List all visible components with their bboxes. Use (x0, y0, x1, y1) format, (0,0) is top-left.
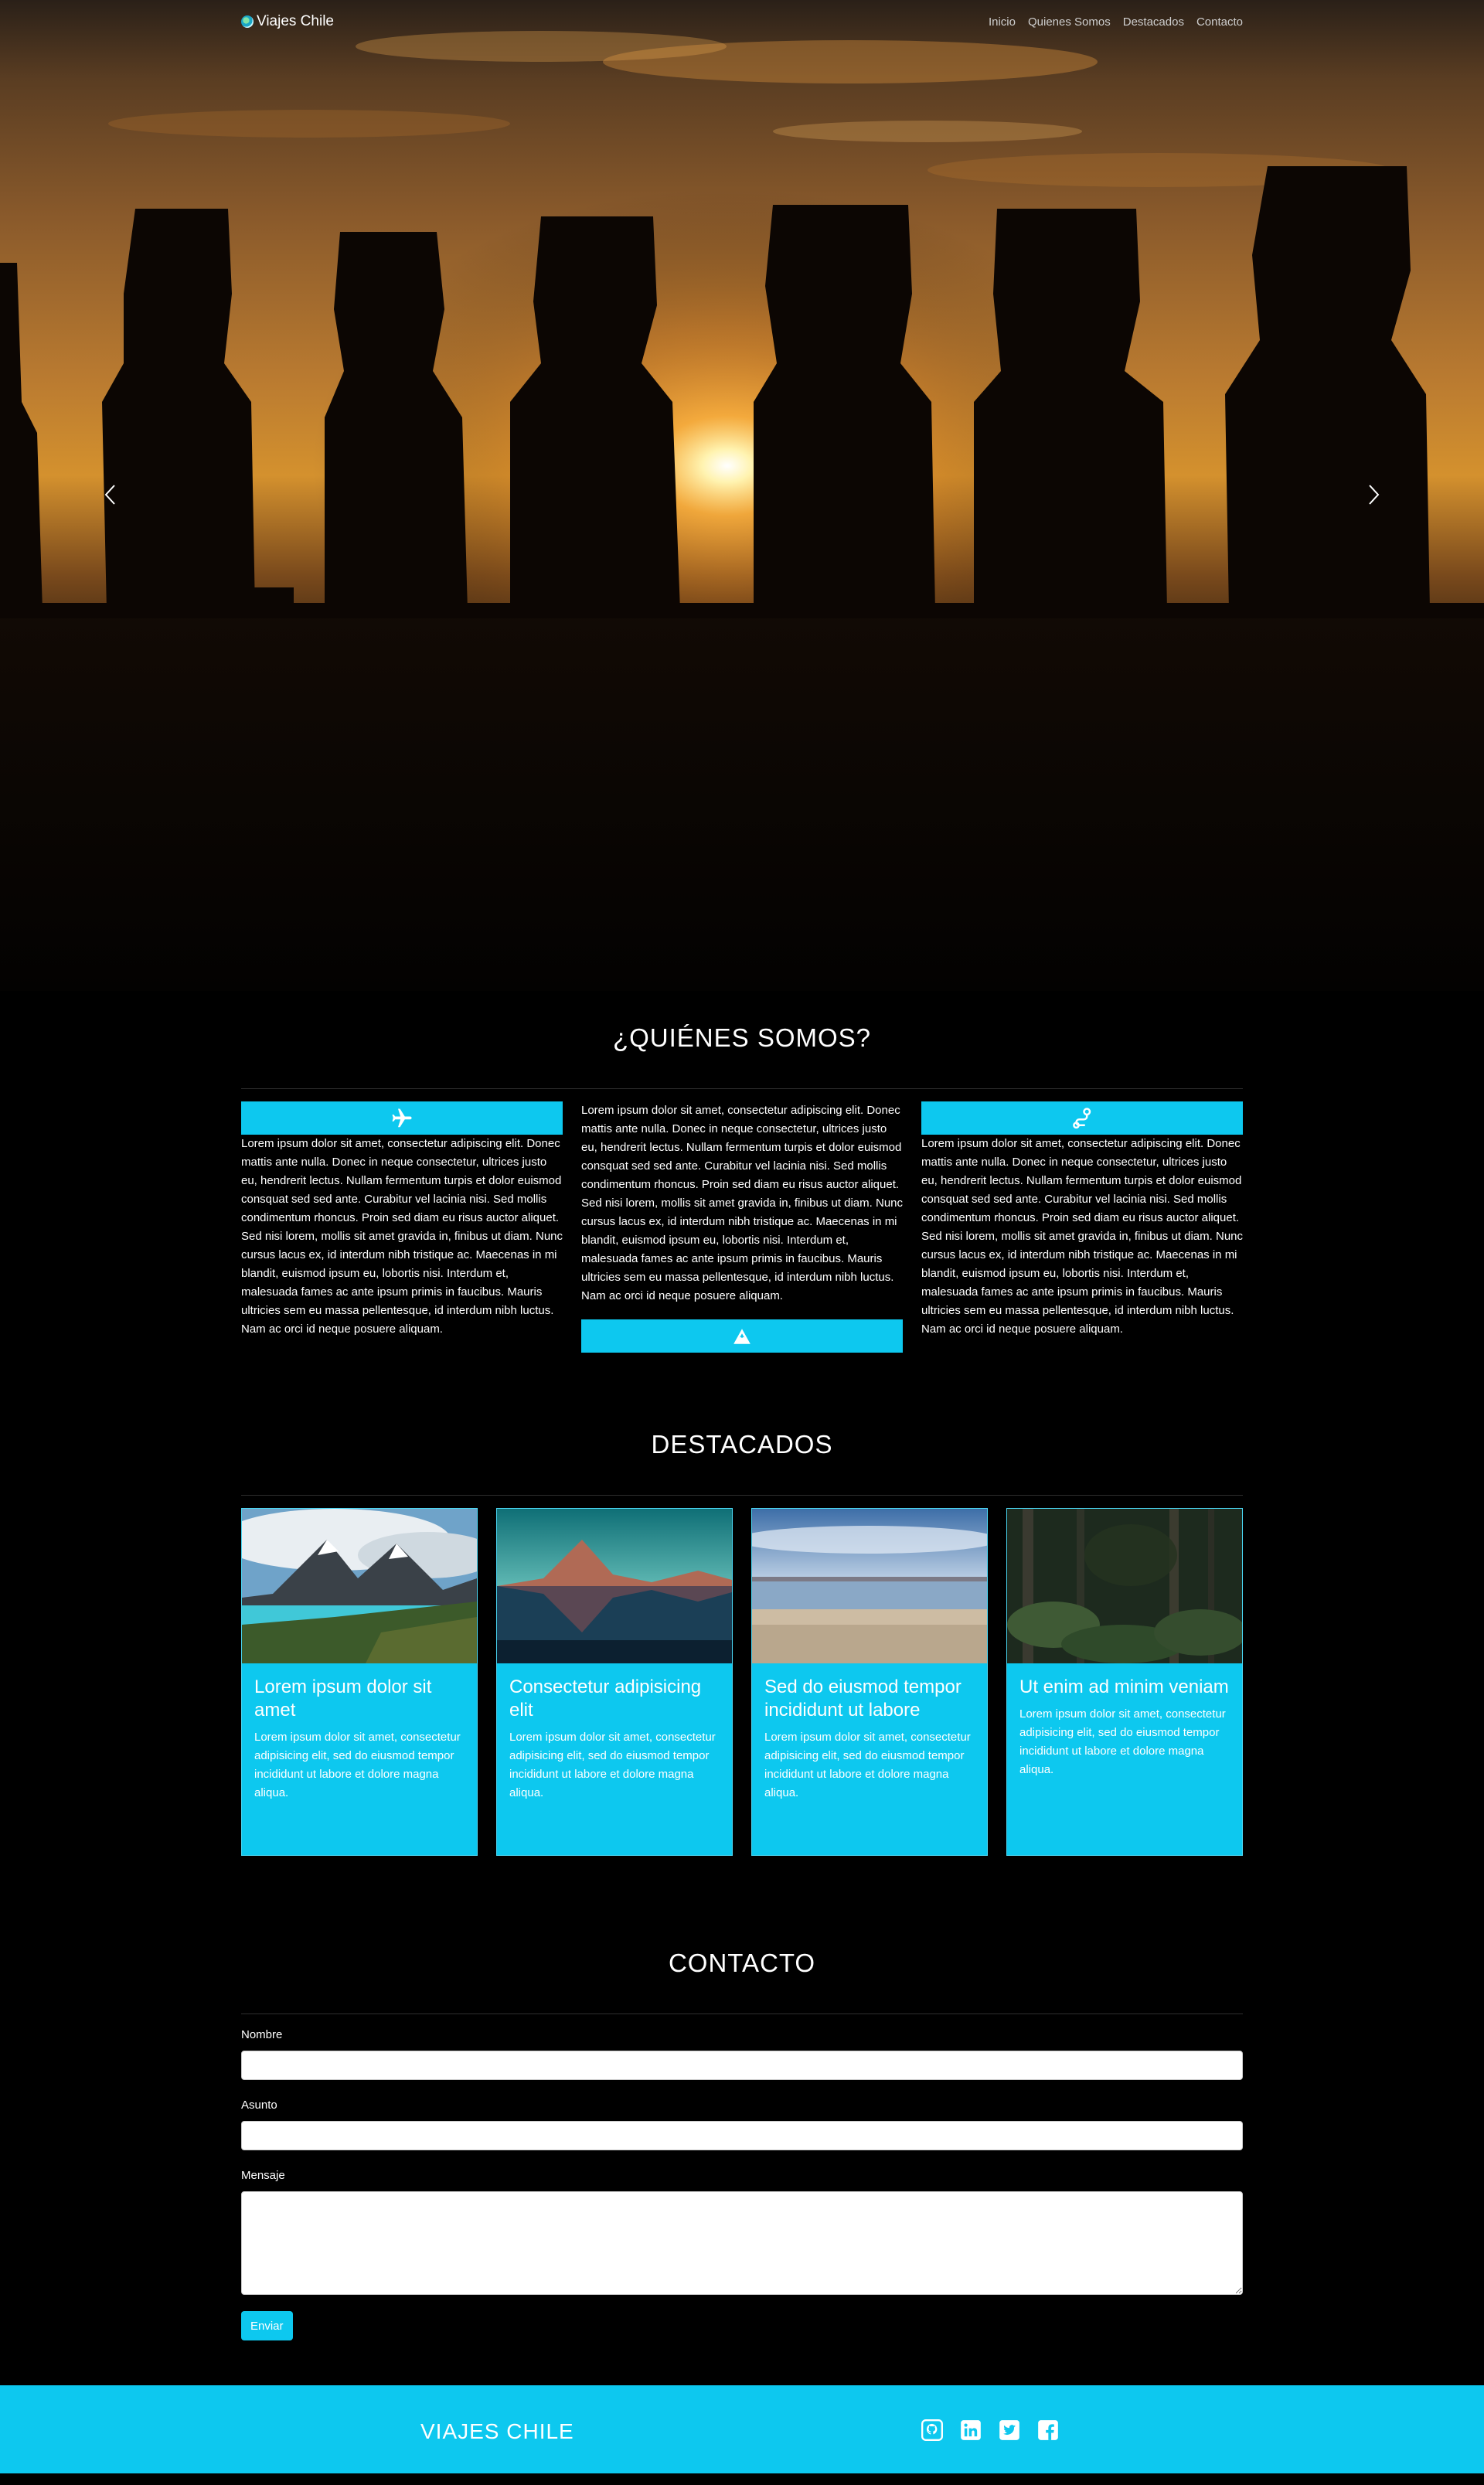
card-text: Lorem ipsum dolor sit amet, consectetur … (509, 1731, 716, 1799)
about-icon-bar-3 (921, 1101, 1243, 1135)
linkedin-icon[interactable] (960, 2419, 982, 2441)
globe-icon (241, 15, 254, 28)
chevron-left-icon (104, 485, 115, 505)
card-image-lake-mountains (242, 1509, 477, 1663)
featured-card-3[interactable]: Sed do eiusmod tempor incididunt ut labo… (751, 1508, 988, 1856)
card-title: Ut enim ad minim veniam (1019, 1677, 1229, 1697)
brand-label: Viajes Chile (257, 13, 334, 29)
footer: VIAJES CHILE (0, 2385, 1484, 2473)
submit-button[interactable]: Enviar (241, 2311, 293, 2340)
name-input[interactable] (241, 2051, 1243, 2080)
about-title: ¿QUIÉNES SOMOS? (612, 1023, 872, 1052)
contact-form: Nombre Asunto Mensaje Enviar (241, 2028, 1243, 2340)
card-image-volcano-reflection (497, 1509, 732, 1663)
about-column-1: Lorem ipsum dolor sit amet, consectetur … (241, 1101, 563, 1353)
footer-title: VIAJES CHILE (420, 2419, 574, 2443)
github-icon[interactable] (921, 2419, 943, 2441)
about-text-1: Lorem ipsum dolor sit amet, consectetur … (241, 1137, 563, 1336)
nav-links: Inicio Quienes Somos Destacados Contacto (989, 15, 1243, 29)
plane-icon (392, 1108, 412, 1127)
nav-link-quienes-somos[interactable]: Quienes Somos (1028, 15, 1111, 29)
about-column-3: Lorem ipsum dolor sit amet, consectetur … (921, 1101, 1243, 1353)
about-icon-bar-1 (241, 1101, 563, 1135)
card-image-salt-flat (752, 1509, 987, 1663)
about-divider (241, 1088, 1243, 1089)
card-title: Sed do eiusmod tempor incididunt ut labo… (764, 1677, 962, 1721)
featured-card-4[interactable]: Ut enim ad minim veniam Lorem ipsum dolo… (1006, 1508, 1243, 1856)
message-textarea[interactable] (241, 2191, 1243, 2295)
featured-card-2[interactable]: Consectetur adipisicing elit Lorem ipsum… (496, 1508, 733, 1856)
subject-label: Asunto (241, 2099, 277, 2112)
chevron-right-icon (1369, 485, 1380, 505)
about-text-2: Lorem ipsum dolor sit amet, consectetur … (581, 1104, 904, 1302)
subject-input[interactable] (241, 2121, 1243, 2150)
nav-link-destacados[interactable]: Destacados (1123, 15, 1184, 29)
carousel-prev-button[interactable] (99, 479, 122, 510)
route-icon (1073, 1107, 1091, 1128)
card-text: Lorem ipsum dolor sit amet, consectetur … (764, 1731, 971, 1799)
card-title: Consectetur adipisicing elit (509, 1677, 702, 1721)
featured-section: DESTACADOS Lorem ipsum dolor sit amet Lo… (0, 1353, 1484, 1856)
brand-link[interactable]: Viajes Chile (241, 13, 334, 30)
about-icon-bar-2 (581, 1319, 903, 1353)
featured-divider (241, 1495, 1243, 1496)
card-title: Lorem ipsum dolor sit amet (254, 1677, 432, 1721)
card-text: Lorem ipsum dolor sit amet, consectetur … (1019, 1707, 1226, 1776)
message-label: Mensaje (241, 2169, 285, 2182)
contact-section: CONTACTO Nombre Asunto Mensaje Enviar (0, 1856, 1484, 2385)
card-text: Lorem ipsum dolor sit amet, consectetur … (254, 1731, 461, 1799)
nav-link-inicio[interactable]: Inicio (989, 15, 1016, 29)
featured-title: DESTACADOS (651, 1430, 833, 1459)
mountain-icon (733, 1328, 751, 1344)
twitter-icon[interactable] (999, 2419, 1020, 2441)
about-column-2: Lorem ipsum dolor sit amet, consectetur … (581, 1101, 903, 1353)
card-image-forest (1007, 1509, 1242, 1663)
carousel-next-button[interactable] (1362, 479, 1385, 510)
featured-cards: Lorem ipsum dolor sit amet Lorem ipsum d… (241, 1508, 1243, 1856)
social-links (921, 2419, 1059, 2441)
name-label: Nombre (241, 2028, 283, 2041)
hero-carousel (0, 0, 1484, 991)
about-section: ¿QUIÉNES SOMOS? Lorem ipsum dolor sit am… (0, 991, 1484, 1353)
featured-card-1[interactable]: Lorem ipsum dolor sit amet Lorem ipsum d… (241, 1508, 478, 1856)
navbar: Viajes Chile Inicio Quienes Somos Destac… (0, 0, 1484, 43)
contact-title: CONTACTO (668, 1949, 816, 1977)
hero-image (0, 0, 1484, 991)
facebook-icon[interactable] (1037, 2419, 1059, 2441)
about-text-3: Lorem ipsum dolor sit amet, consectetur … (921, 1137, 1244, 1336)
nav-link-contacto[interactable]: Contacto (1196, 15, 1243, 29)
